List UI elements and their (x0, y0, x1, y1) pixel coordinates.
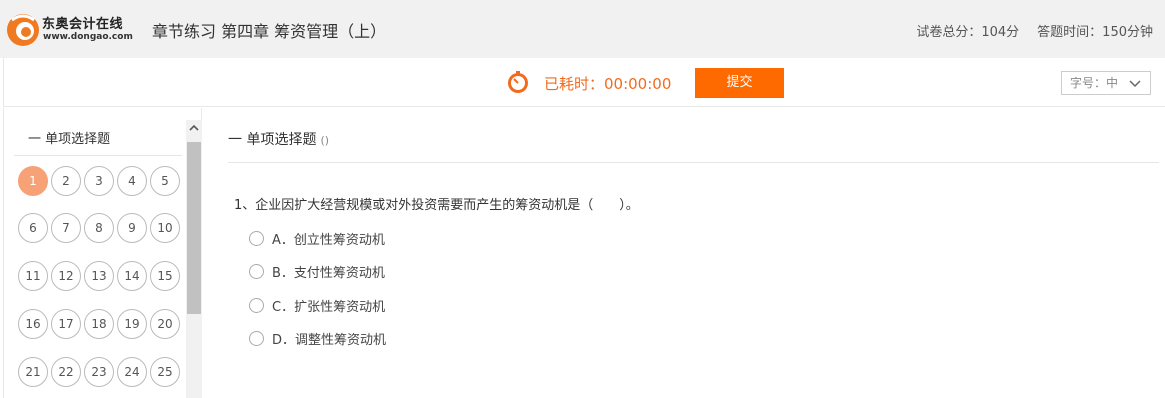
question-number-24[interactable]: 24 (117, 357, 147, 387)
question-number-16[interactable]: 16 (18, 309, 48, 339)
question-number-17[interactable]: 17 (51, 309, 81, 339)
total-score: 试卷总分：104分 (916, 25, 1020, 40)
stopwatch-icon (508, 71, 528, 93)
radio-button[interactable] (249, 231, 264, 246)
logo-name: 东奥会计在线 (42, 17, 124, 32)
scrollbar-thumb[interactable] (187, 142, 201, 314)
question-number-5[interactable]: 5 (150, 166, 180, 196)
dongao-logo-icon (7, 14, 39, 46)
question-number-15[interactable]: 15 (150, 261, 180, 291)
logo-url: www.dongao.com (43, 32, 133, 42)
question-number-11[interactable]: 11 (18, 261, 48, 291)
option-label: B．支付性筹资动机 (272, 266, 385, 281)
radio-button[interactable] (249, 264, 264, 279)
question-number-7[interactable]: 7 (51, 213, 81, 243)
option-label: A．创立性筹资动机 (272, 233, 385, 248)
question-number-9[interactable]: 9 (117, 213, 147, 243)
option-label: D．调整性筹资动机 (272, 333, 387, 348)
question-number-25[interactable]: 25 (150, 357, 180, 387)
chevron-up-icon[interactable] (186, 120, 202, 136)
exam-toolbar: 已耗时：00:00:00 提交 字号：中 (3, 58, 1165, 107)
elapsed-time: 已耗时：00:00:00 (544, 75, 672, 93)
font-size-value: 字号：中 (1070, 76, 1119, 90)
top-header: 东奥会计在线 www.dongao.com 章节练习 第四章 筹资管理（上） 试… (0, 0, 1165, 58)
exam-meta: 试卷总分：104分 答题时间：150分钟 (916, 21, 1153, 40)
exam-title: 章节练习 第四章 筹资管理（上） (152, 22, 387, 41)
submit-button[interactable]: 提交 (695, 68, 784, 98)
option-d[interactable]: D．调整性筹资动机 (249, 329, 387, 348)
nav-section-title: 一 单项选择题 (14, 131, 182, 156)
question-number-19[interactable]: 19 (117, 309, 147, 339)
option-c[interactable]: C．扩张性筹资动机 (249, 296, 386, 315)
section-title: 一 单项选择题() (228, 129, 1159, 163)
question-number-18[interactable]: 18 (84, 309, 114, 339)
chevron-down-icon (1129, 80, 1141, 88)
question-number-20[interactable]: 20 (150, 309, 180, 339)
radio-button[interactable] (249, 298, 264, 313)
question-stem: 1、企业因扩大经营规模或对外投资需要而产生的筹资动机是（ ）。 (234, 198, 639, 213)
question-number-22[interactable]: 22 (51, 357, 81, 387)
radio-button[interactable] (249, 331, 264, 346)
question-number-14[interactable]: 14 (117, 261, 147, 291)
question-number-6[interactable]: 6 (18, 213, 48, 243)
question-number-21[interactable]: 21 (18, 357, 48, 387)
question-number-13[interactable]: 13 (84, 261, 114, 291)
option-label: C．扩张性筹资动机 (272, 300, 386, 315)
question-number-23[interactable]: 23 (84, 357, 114, 387)
question-number-10[interactable]: 10 (150, 213, 180, 243)
question-number-2[interactable]: 2 (51, 166, 81, 196)
question-number-4[interactable]: 4 (117, 166, 147, 196)
font-size-select[interactable]: 字号：中 (1061, 71, 1151, 95)
option-a[interactable]: A．创立性筹资动机 (249, 229, 385, 248)
question-number-8[interactable]: 8 (84, 213, 114, 243)
section-title-text: 一 单项选择题 (228, 132, 317, 148)
section-title-paren: () (320, 134, 330, 147)
question-number-12[interactable]: 12 (51, 261, 81, 291)
option-b[interactable]: B．支付性筹资动机 (249, 262, 385, 281)
question-number-1[interactable]: 1 (18, 166, 48, 196)
question-number-3[interactable]: 3 (84, 166, 114, 196)
time-limit: 答题时间：150分钟 (1037, 25, 1153, 40)
logo[interactable]: 东奥会计在线 www.dongao.com (4, 10, 144, 48)
